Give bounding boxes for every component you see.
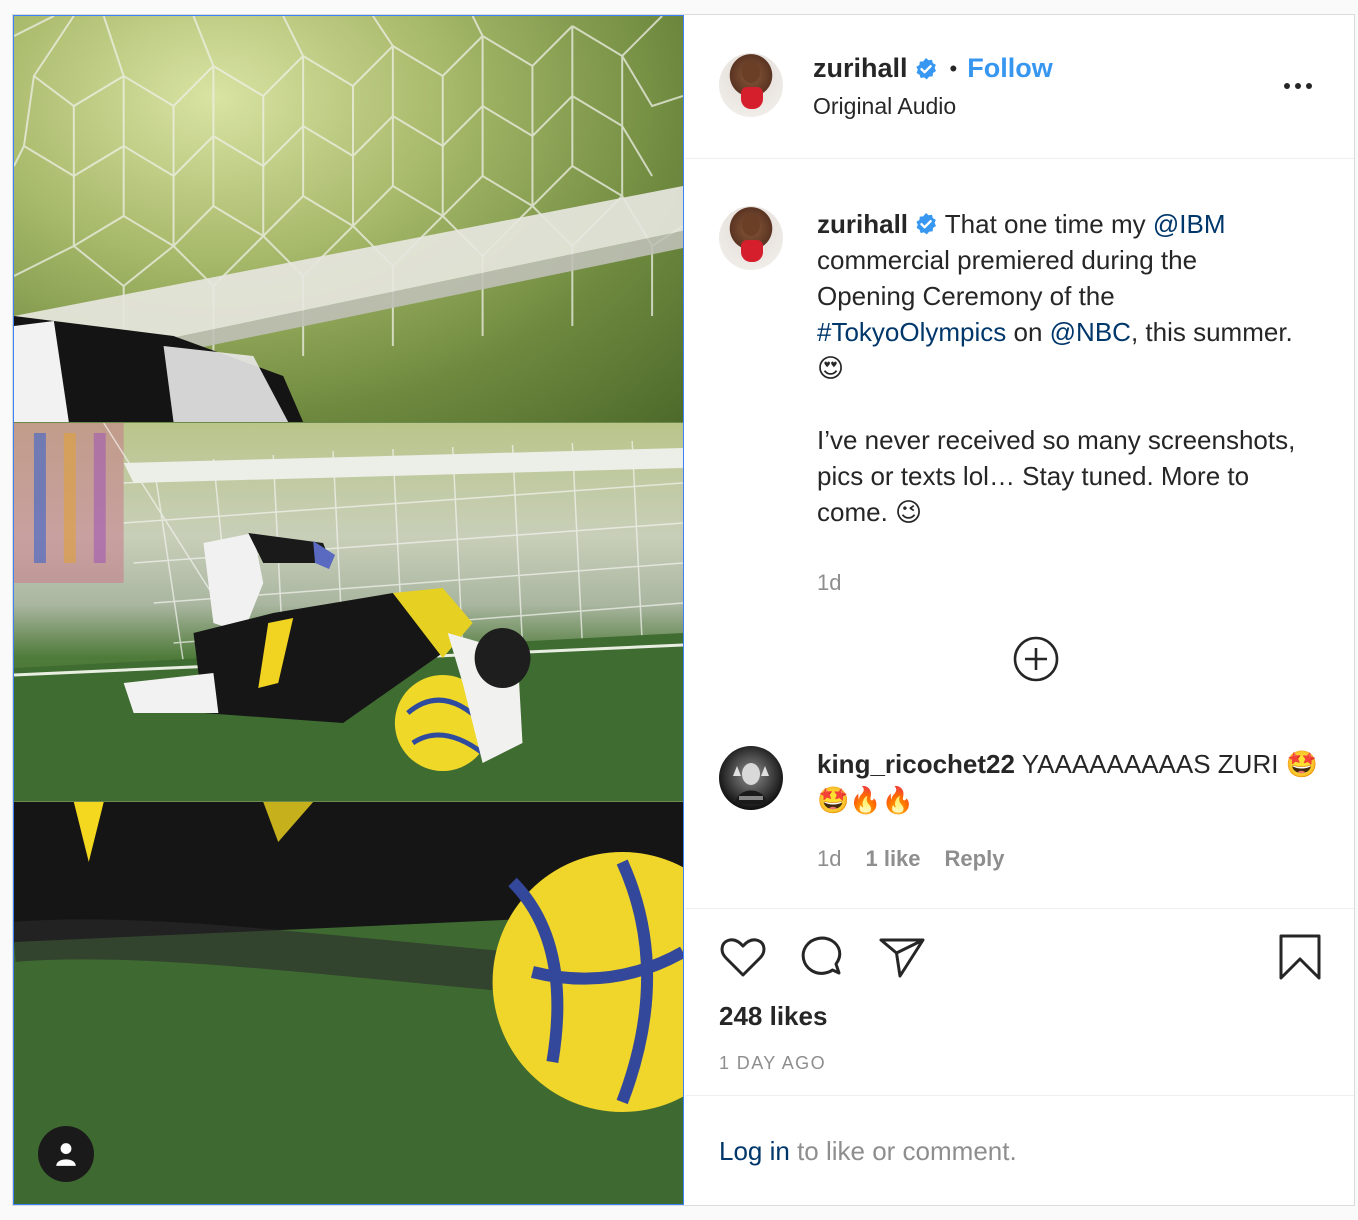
post-header: zurihall • Follow Original Audio <box>685 15 1354 159</box>
commenter-avatar-image <box>733 763 769 804</box>
author-name-row: zurihall • Follow <box>813 53 1053 84</box>
mention-ibm-link[interactable]: @IBM <box>1153 209 1226 239</box>
comment-bubble-icon[interactable] <box>795 931 847 983</box>
login-prompt-text: to like or comment. <box>789 1136 1017 1166</box>
wink-emoji: 😉 <box>895 497 923 527</box>
video-frame-top <box>14 16 683 422</box>
paper-plane-icon[interactable] <box>875 931 927 983</box>
comments-section: zurihall That one time my @IBM commercia… <box>685 160 1354 907</box>
login-prompt: Log in to like or comment. <box>685 1095 1354 1205</box>
caption-text-1: That one time my <box>944 209 1153 239</box>
caption-author-avatar[interactable] <box>719 206 783 270</box>
caption-paragraph-2: I’ve never received so many screenshots,… <box>817 422 1297 530</box>
user-tag-button[interactable] <box>38 1126 94 1182</box>
audio-label[interactable]: Original Audio <box>813 93 956 120</box>
ball-closeup-illustration <box>14 802 683 1204</box>
user-tag-icon <box>56 1143 76 1166</box>
mention-nbc-link[interactable]: @NBC <box>1050 317 1131 347</box>
caption-username[interactable]: zurihall <box>817 209 908 239</box>
header-separator: • <box>949 55 958 81</box>
post-card: zurihall • Follow Original Audio zurihal… <box>12 14 1355 1206</box>
comment-likes[interactable]: 1 like <box>865 846 920 872</box>
post-caption: zurihall That one time my @IBM commercia… <box>817 206 1297 530</box>
caption-text-2: commercial premiered during the Opening … <box>817 245 1198 311</box>
bookmark-icon[interactable] <box>1274 931 1326 983</box>
post-details-panel: zurihall • Follow Original Audio zurihal… <box>685 15 1354 1205</box>
commenter-avatar[interactable] <box>719 746 783 810</box>
reply-button[interactable]: Reply <box>945 846 1005 872</box>
comment: king_ricochet22 YAAAAAAAAAS ZURI 🤩🤩🔥🔥 <box>817 746 1327 818</box>
heart-icon[interactable] <box>717 931 769 983</box>
caption-paragraph-2-text: I’ve never received so many screenshots,… <box>817 425 1296 527</box>
goal-net-illustration <box>14 16 683 422</box>
video-frame-bottom <box>14 802 683 1204</box>
comment-text: YAAAAAAAAAS ZURI <box>1014 749 1286 779</box>
video-frame-middle <box>14 423 683 801</box>
likes-count[interactable]: 248 likes <box>719 1001 827 1032</box>
verified-badge-icon <box>915 57 936 79</box>
follow-button[interactable]: Follow <box>967 53 1052 84</box>
comment-timestamp[interactable]: 1d <box>817 846 841 872</box>
commenter-username[interactable]: king_ricochet22 <box>817 749 1015 779</box>
heart-eyes-emoji: 😍 <box>817 353 845 383</box>
post-date[interactable]: 1 DAY AGO <box>719 1053 826 1074</box>
verified-badge-icon <box>916 213 937 235</box>
goalkeeper-save-illustration <box>14 423 683 801</box>
load-more-comments-icon[interactable] <box>1013 636 1059 682</box>
caption-text-3: on <box>1006 317 1050 347</box>
comment-meta: 1d 1 like Reply <box>817 846 1004 872</box>
hashtag-tokyo-olympics-link[interactable]: #TokyoOlympics <box>817 317 1006 347</box>
caption-text-4: , this summer. <box>1130 317 1293 347</box>
post-actions: 248 likes 1 DAY AGO <box>685 908 1354 1095</box>
video-media[interactable] <box>13 15 684 1205</box>
author-username[interactable]: zurihall <box>813 53 908 84</box>
login-link[interactable]: Log in <box>719 1136 790 1166</box>
caption-timestamp[interactable]: 1d <box>817 570 841 596</box>
more-options-icon[interactable] <box>1276 73 1320 99</box>
author-avatar[interactable] <box>719 53 783 117</box>
